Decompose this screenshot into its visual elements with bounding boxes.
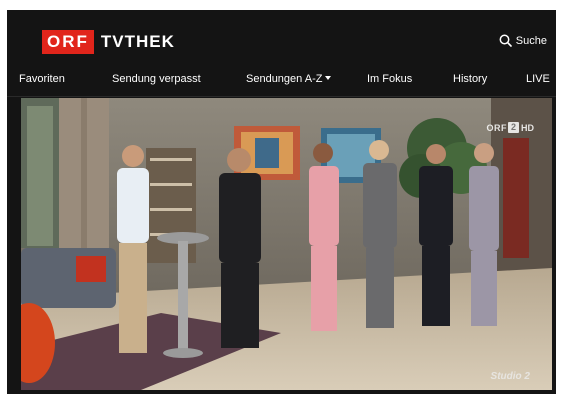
nav-item-live[interactable]: LIVE <box>526 73 550 85</box>
nav-item-im-fokus[interactable]: Im Fokus <box>367 73 412 85</box>
logo-tvthek-text: TVTHEK <box>100 32 175 51</box>
channel-bug-suffix: HD <box>521 122 534 133</box>
nav-item-history[interactable]: History <box>453 73 487 85</box>
search-icon <box>499 34 512 47</box>
nav-divider <box>7 96 556 97</box>
channel-bug-prefix: ORF <box>486 122 507 133</box>
nav-item-favoriten[interactable]: Favoriten <box>19 73 65 85</box>
orf-tvthek-logo[interactable]: ORF TVTHEK <box>42 30 175 54</box>
main-navigation: Favoriten Sendung verpasst Sendungen A-Z… <box>7 68 556 92</box>
studio-watermark: Studio 2 <box>490 371 530 382</box>
channel-logo-bug: ORF 2 HD <box>486 122 534 133</box>
search-label: Suche <box>515 34 547 47</box>
video-player[interactable]: ORF 2 HD Studio 2 <box>21 98 552 390</box>
channel-bug-number: 2 <box>507 122 519 133</box>
video-frame-image <box>21 98 552 390</box>
nav-item-sendung-verpasst[interactable]: Sendung verpasst <box>112 73 201 85</box>
logo-orf-box: ORF <box>42 30 94 54</box>
tvthek-app: ORF TVTHEK Suche Favoriten Sendung verpa… <box>7 10 556 394</box>
header: ORF TVTHEK Suche <box>7 10 556 66</box>
chevron-down-icon <box>325 76 332 81</box>
search-button[interactable]: Suche <box>499 34 547 47</box>
nav-item-sendungen-a-z[interactable]: Sendungen A-Z <box>246 73 332 85</box>
nav-item-sendungen-a-z-label: Sendungen A-Z <box>246 73 323 85</box>
